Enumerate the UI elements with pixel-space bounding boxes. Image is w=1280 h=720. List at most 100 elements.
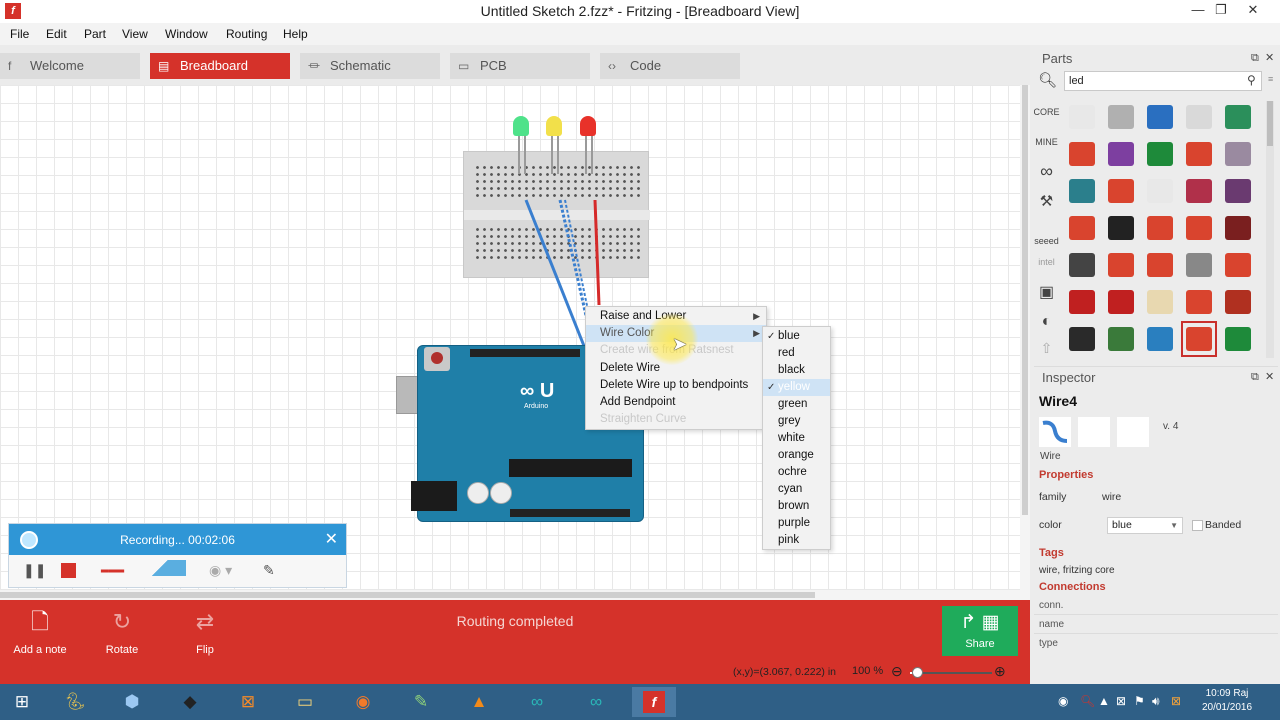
part-tile[interactable] [1222, 212, 1254, 244]
color-option-green[interactable]: green [763, 396, 830, 413]
part-tile[interactable] [1144, 101, 1176, 133]
bin-sparkfun-icon[interactable]: ◐ [1033, 313, 1060, 331]
color-option-red[interactable]: red [763, 345, 830, 362]
close-button[interactable]: ✕ [1238, 0, 1268, 22]
part-tile[interactable] [1105, 212, 1137, 244]
python-icon[interactable]: 🐍︎ [53, 687, 97, 717]
bin-core[interactable]: CORE [1033, 107, 1060, 117]
part-tile[interactable] [1222, 286, 1254, 318]
bin-tools-icon[interactable]: ⚒ [1033, 192, 1060, 210]
tray-app-icon[interactable]: 🔍︎ [1080, 694, 1095, 708]
search-icon[interactable]: 🔍︎ [1038, 71, 1057, 89]
wire-blue[interactable] [524, 199, 586, 347]
start-button-icon[interactable]: ⊞ [0, 687, 44, 717]
part-tile[interactable] [1183, 138, 1215, 170]
bin-arduino-icon[interactable]: ∞ [1033, 161, 1060, 182]
color-option-grey[interactable]: grey [763, 413, 830, 430]
parts-scrollbar[interactable] [1266, 101, 1274, 358]
menu-add-bendpoint[interactable]: Add Bendpoint [586, 394, 766, 411]
part-tile[interactable] [1183, 101, 1215, 133]
search-submit-icon[interactable]: ⚲ [1247, 73, 1256, 87]
bin-mine[interactable]: MINE [1033, 137, 1060, 147]
parts-search-input[interactable]: led [1064, 71, 1262, 91]
part-tile[interactable] [1183, 175, 1215, 207]
part-tile[interactable] [1222, 101, 1254, 133]
color-option-black[interactable]: black [763, 362, 830, 379]
color-option-brown[interactable]: brown [763, 498, 830, 515]
xampp-icon[interactable]: ⊠ [226, 687, 270, 717]
close-panel-icon[interactable]: ✕ [1265, 370, 1274, 383]
part-tile[interactable] [1144, 175, 1176, 207]
arduino-ide-icon[interactable]: ∞ [515, 687, 559, 717]
bin-intel[interactable]: intel [1033, 257, 1060, 267]
color-option-purple[interactable]: purple [763, 515, 830, 532]
part-tile[interactable] [1144, 249, 1176, 281]
color-option-white[interactable]: white [763, 430, 830, 447]
part-tile[interactable] [1066, 175, 1098, 207]
tray-volume-icon[interactable]: 🔊︎ [1152, 694, 1160, 709]
firefox-icon[interactable]: ◉ [341, 687, 385, 717]
zoom-slider-knob[interactable] [911, 667, 923, 678]
banded-checkbox[interactable] [1192, 520, 1203, 531]
float-panel-icon[interactable]: ⧉ [1251, 371, 1259, 384]
tray-xampp-icon[interactable]: ⊠ [1171, 694, 1181, 708]
vlc-icon[interactable]: ▲ [457, 687, 501, 717]
part-tile[interactable] [1066, 101, 1098, 133]
part-tile[interactable] [1183, 249, 1215, 281]
maximize-button[interactable]: ❐ [1206, 0, 1236, 22]
share-button[interactable]: ↱ ▦ Share [942, 606, 1018, 656]
zoom-out-icon[interactable]: ⊖ [891, 663, 903, 680]
notepad-icon[interactable]: ✎ [399, 687, 443, 717]
color-option-blue[interactable]: ✓ blue [763, 328, 830, 345]
arduino-ide-2-icon[interactable]: ∞ [574, 687, 618, 717]
file-explorer-icon[interactable]: ▭ [283, 687, 327, 717]
virtualbox-icon[interactable]: ⬢ [110, 687, 154, 717]
bin-display-icon[interactable]: ▣ [1033, 282, 1060, 302]
part-tile[interactable] [1105, 249, 1137, 281]
zoom-slider[interactable] [910, 667, 992, 678]
fritzing-taskbar-icon[interactable]: f [632, 687, 676, 717]
color-option-cyan[interactable]: cyan [763, 481, 830, 498]
bin-more-icon[interactable]: ⇧ [1033, 340, 1060, 357]
stop-icon[interactable] [61, 563, 76, 578]
canvas-horizontal-scrollbar[interactable] [0, 590, 1030, 600]
bin-seeed[interactable]: seeed [1033, 236, 1060, 246]
bin-menu-icon[interactable]: ≡ [1268, 74, 1273, 84]
volume-slider[interactable] [134, 560, 186, 576]
part-tile[interactable] [1183, 286, 1215, 318]
scroll-thumb[interactable] [1267, 101, 1273, 146]
recorder-close-button[interactable]: ✕ [325, 529, 338, 549]
part-tile[interactable] [1105, 323, 1137, 355]
taskbar-clock[interactable]: 10:09 Raj 20/01/2016 [1197, 687, 1257, 715]
part-tile[interactable] [1222, 323, 1254, 355]
scroll-thumb[interactable] [0, 592, 815, 598]
part-tile[interactable] [1105, 286, 1137, 318]
zoom-in-icon[interactable]: ⊕ [994, 663, 1006, 680]
color-option-orange[interactable]: orange [763, 447, 830, 464]
color-option-pink[interactable]: pink [763, 532, 830, 549]
tray-chevron-icon[interactable]: ▲ [1098, 694, 1110, 708]
tray-network-icon[interactable]: ◉ [1058, 694, 1068, 708]
part-tile[interactable] [1066, 249, 1098, 281]
part-tile[interactable] [1066, 212, 1098, 244]
part-tile[interactable] [1222, 175, 1254, 207]
part-tile[interactable] [1144, 212, 1176, 244]
part-tile[interactable] [1181, 321, 1217, 357]
wire-selected[interactable] [558, 199, 589, 321]
tray-recorder-icon[interactable]: ⊠ [1116, 694, 1126, 708]
part-tile[interactable] [1066, 323, 1098, 355]
part-tile[interactable] [1144, 286, 1176, 318]
part-tile[interactable] [1183, 212, 1215, 244]
part-tile[interactable] [1105, 175, 1137, 207]
pause-icon[interactable]: ❚❚ [23, 562, 46, 582]
color-option-ochre[interactable]: ochre [763, 464, 830, 481]
canvas-vertical-scrollbar[interactable] [1020, 85, 1030, 590]
close-panel-icon[interactable]: ✕ [1265, 51, 1274, 64]
part-tile[interactable] [1105, 138, 1137, 170]
part-tile[interactable] [1144, 138, 1176, 170]
color-select[interactable]: blue ▼ [1107, 517, 1183, 534]
menu-delete-wire-up-to-bendpoints[interactable]: Delete Wire up to bendpoints [586, 377, 766, 394]
inkscape-icon[interactable]: ◆ [168, 687, 212, 717]
part-tile[interactable] [1066, 138, 1098, 170]
wire-red[interactable] [593, 199, 601, 306]
